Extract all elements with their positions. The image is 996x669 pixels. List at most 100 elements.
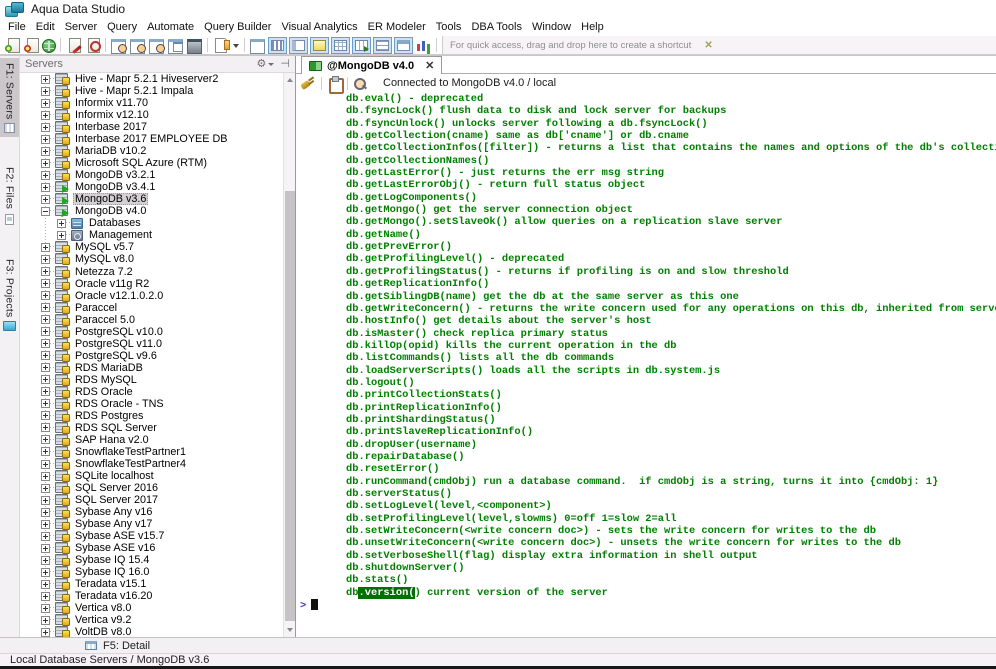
tree-item-paraccel-5-0[interactable]: Paraccel 5.0 <box>20 314 295 326</box>
grid-view-icon[interactable] <box>268 37 287 54</box>
register-server-icon[interactable] <box>4 37 21 53</box>
tree-item-label[interactable]: MySQL v8.0 <box>73 253 136 265</box>
expand-icon[interactable] <box>41 411 50 420</box>
expand-icon[interactable] <box>41 592 50 601</box>
tree-item-vertica-v8-0[interactable]: Vertica v8.0 <box>20 602 295 614</box>
tree-item-teradata-v15-1[interactable]: Teradata v15.1 <box>20 578 295 590</box>
schema-browser-icon[interactable] <box>148 37 165 53</box>
expand-icon[interactable] <box>41 183 50 192</box>
side-tab-f3-projects[interactable]: F3: Projects <box>0 254 19 335</box>
expand-icon[interactable] <box>41 604 50 613</box>
tree-item-mongodb-v3-2-1[interactable]: MongoDB v3.2.1 <box>20 169 295 181</box>
tree-item-label[interactable]: MySQL v5.7 <box>73 241 136 253</box>
tree-item-sybase-iq-16-0[interactable]: Sybase IQ 16.0 <box>20 566 295 578</box>
tree-item-postgresql-v9-6[interactable]: PostgreSQL v9.6 <box>20 350 295 362</box>
menu-automate[interactable]: Automate <box>142 21 199 33</box>
gear-icon[interactable]: ⚙ <box>257 59 267 70</box>
tab-close-icon[interactable]: ✕ <box>425 59 434 72</box>
expand-icon[interactable] <box>41 147 50 156</box>
tree-item-label[interactable]: MongoDB v4.0 <box>73 205 148 217</box>
tree-item-sybase-ase-v16[interactable]: Sybase ASE v16 <box>20 542 295 554</box>
menu-visual-analytics[interactable]: Visual Analytics <box>276 21 362 33</box>
tree-item-label[interactable]: Interbase 2017 EMPLOYEE DB <box>73 133 229 145</box>
tree-item-label[interactable]: RDS MySQL <box>73 374 139 386</box>
menu-help[interactable]: Help <box>576 21 609 33</box>
tree-item-rds-oracle[interactable]: RDS Oracle <box>20 386 295 398</box>
tree-item-label[interactable]: Sybase ASE v16 <box>73 542 157 554</box>
tree-item-sybase-any-v16[interactable]: Sybase Any v16 <box>20 506 295 518</box>
tree-item-label[interactable]: Microsoft SQL Azure (RTM) <box>73 157 209 169</box>
tree-item-databases[interactable]: Databases <box>20 217 295 229</box>
tree-item-label[interactable]: SQL Server 2017 <box>73 494 160 506</box>
tree-item-teradata-v16-20[interactable]: Teradata v16.20 <box>20 590 295 602</box>
side-tab-f1-servers[interactable]: F1: Servers <box>0 58 19 137</box>
expand-icon[interactable] <box>57 231 66 240</box>
tree-item-label[interactable]: Oracle v11g R2 <box>73 278 151 290</box>
detail-bar[interactable]: F5: Detail <box>0 637 996 653</box>
tree-item-label[interactable]: Informix v12.10 <box>73 109 151 121</box>
expand-icon[interactable] <box>41 243 50 252</box>
tree-item-mongodb-v3-4-1[interactable]: MongoDB v3.4.1 <box>20 181 295 193</box>
tree-item-label[interactable]: Oracle v12.1.0.2.0 <box>73 290 165 302</box>
expand-icon[interactable] <box>41 520 50 529</box>
expand-icon[interactable] <box>41 351 50 360</box>
tree-item-management[interactable]: Management <box>20 229 295 241</box>
menu-er-modeler[interactable]: ER Modeler <box>363 21 431 33</box>
menu-file[interactable]: File <box>3 21 31 33</box>
scroll-down-icon[interactable] <box>287 628 293 632</box>
tree-item-sybase-any-v17[interactable]: Sybase Any v17 <box>20 518 295 530</box>
tree-item-label[interactable]: SQLite localhost <box>73 470 156 482</box>
expand-icon[interactable] <box>41 423 50 432</box>
tree-item-sqlite-localhost[interactable]: SQLite localhost <box>20 470 295 482</box>
expand-icon[interactable] <box>41 195 50 204</box>
expand-icon[interactable] <box>41 544 50 553</box>
expand-icon[interactable] <box>41 87 50 96</box>
tree-item-rds-postgres[interactable]: RDS Postgres <box>20 410 295 422</box>
hide-panel-icon[interactable]: ⊣ <box>280 59 290 70</box>
expand-icon[interactable] <box>41 568 50 577</box>
tree-item-label[interactable]: Sybase Any v16 <box>73 506 154 518</box>
expand-icon[interactable] <box>41 460 50 469</box>
new-file-dropdown-icon[interactable] <box>231 37 240 53</box>
chart-icon[interactable] <box>415 37 432 53</box>
tree-item-label[interactable]: RDS MariaDB <box>73 362 145 374</box>
table-view-icon[interactable] <box>331 37 350 54</box>
expand-icon[interactable] <box>41 303 50 312</box>
menu-tools[interactable]: Tools <box>431 21 467 33</box>
expand-icon[interactable] <box>41 255 50 264</box>
expand-icon[interactable] <box>41 375 50 384</box>
tree-item-mariadb-v10-2[interactable]: MariaDB v10.2 <box>20 145 295 157</box>
tree-item-sql-server-2017[interactable]: SQL Server 2017 <box>20 494 295 506</box>
expand-icon[interactable] <box>41 123 50 132</box>
tree-item-mysql-v8-0[interactable]: MySQL v8.0 <box>20 253 295 265</box>
expand-icon[interactable] <box>41 171 50 180</box>
windows-icon[interactable] <box>186 37 203 53</box>
tree-item-label[interactable]: Databases <box>87 217 143 229</box>
tree-item-oracle-v12-1-0-2-0[interactable]: Oracle v12.1.0.2.0 <box>20 290 295 302</box>
expand-icon[interactable] <box>41 291 50 300</box>
side-tab-f2-files[interactable]: F2: Files <box>0 162 19 228</box>
tree-item-label[interactable]: MariaDB v10.2 <box>73 145 148 157</box>
expand-icon[interactable] <box>41 315 50 324</box>
tree-item-microsoft-sql-azure-rtm[interactable]: Microsoft SQL Azure (RTM) <box>20 157 295 169</box>
tree-item-label[interactable]: SnowflakeTestPartner4 <box>73 458 188 470</box>
expand-icon[interactable] <box>41 399 50 408</box>
tree-item-label[interactable]: Vertica v9.2 <box>73 614 133 626</box>
expand-icon[interactable] <box>41 75 50 84</box>
table-search-icon[interactable] <box>129 37 146 53</box>
expand-icon[interactable] <box>41 496 50 505</box>
tree-item-voltdb-v8-0[interactable]: VoltDB v8.0 <box>20 626 295 637</box>
tree-item-label[interactable]: Paraccel <box>73 302 119 314</box>
tree-item-paraccel[interactable]: Paraccel <box>20 302 295 314</box>
tree-item-mysql-v5-7[interactable]: MySQL v5.7 <box>20 241 295 253</box>
tree-item-label[interactable]: Informix v11.70 <box>73 97 150 109</box>
tree-item-label[interactable]: MongoDB v3.2.1 <box>73 169 157 181</box>
collapse-icon[interactable] <box>41 207 50 216</box>
tree-item-label[interactable]: RDS SQL Server <box>73 422 159 434</box>
tree-item-interbase-2017-employee-db[interactable]: Interbase 2017 EMPLOYEE DB <box>20 133 295 145</box>
expand-icon[interactable] <box>41 327 50 336</box>
expand-icon[interactable] <box>41 532 50 541</box>
tree-item-sql-server-2016[interactable]: SQL Server 2016 <box>20 482 295 494</box>
gear-dropdown-icon[interactable] <box>268 63 274 66</box>
tree-item-hive-mapr-5-2-1-impala[interactable]: Hive - Mapr 5.2.1 Impala <box>20 85 295 97</box>
